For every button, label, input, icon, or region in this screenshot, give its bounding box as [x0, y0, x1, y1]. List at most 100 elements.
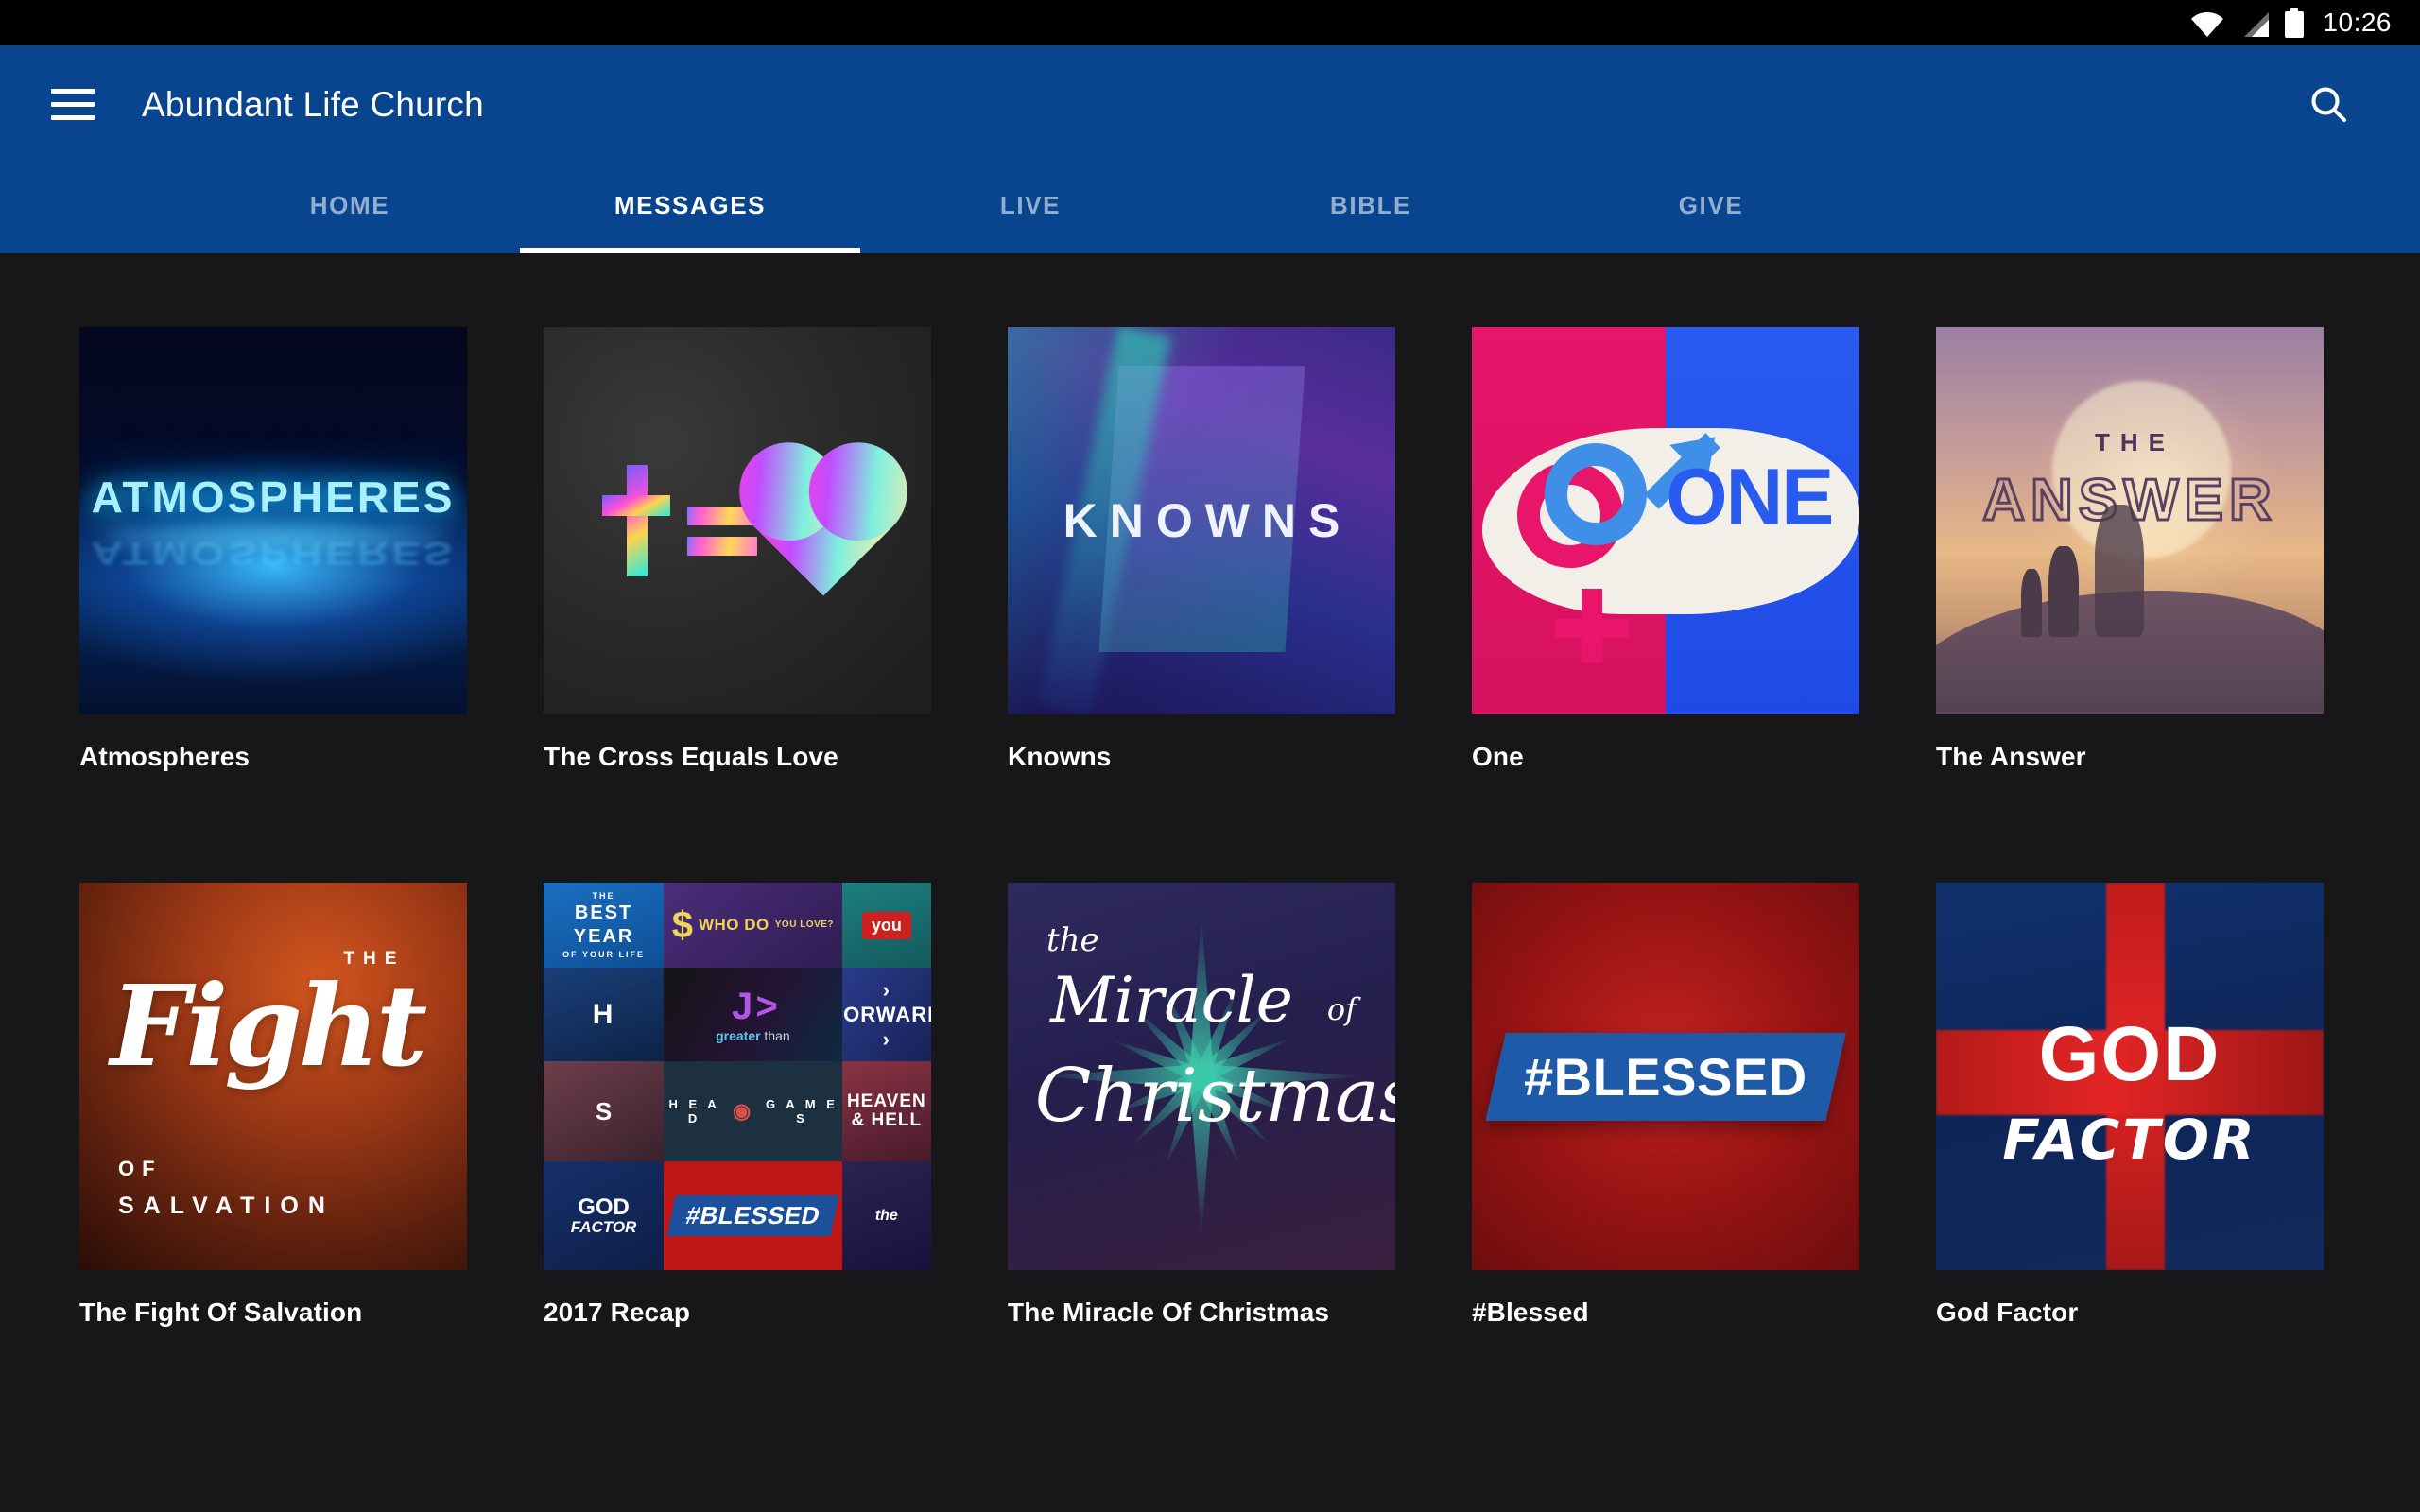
app-bar: Abundant Life Church HOME MESSAGES LIVE …	[0, 45, 2420, 253]
grid-row-gap	[79, 773, 2324, 883]
answer-art-figure	[2095, 505, 2145, 637]
wifi-icon	[2190, 11, 2224, 38]
godfactor-art-god: GOD	[2038, 1011, 2221, 1098]
tab-messages[interactable]: MESSAGES	[520, 163, 860, 253]
message-card-atmospheres[interactable]: ATMOSPHERES ATMOSPHERES Atmospheres	[79, 327, 467, 773]
message-card-2017-recap[interactable]: THE BEST YEAR OF YOUR LIFE $ WHO DO YOU …	[544, 883, 931, 1329]
message-card-god-factor[interactable]: GOD FACTOR God Factor	[1936, 883, 2324, 1329]
message-title: #Blessed	[1472, 1297, 1589, 1328]
recap-tile-head-games: H E A D ◉ G A M E S	[664, 1060, 842, 1162]
message-card-the-fight-of-salvation[interactable]: THE Fight OF SALVATION The Fight Of Salv…	[79, 883, 467, 1329]
cellular-signal-icon	[2239, 11, 2270, 38]
fight-art-salvation: SALVATION	[118, 1192, 335, 1219]
message-title: Knowns	[1008, 742, 1112, 771]
message-card-knowns[interactable]: KNOWNS Knowns	[1008, 327, 1395, 773]
recap-tile-greater-than: J > greater than	[664, 968, 842, 1061]
app-title: Abundant Life Church	[142, 84, 484, 124]
one-art-symbols	[1511, 412, 1720, 662]
message-card-the-miracle-of-christmas[interactable]: the Miracle of Christmas The Miracle Of …	[1008, 883, 1395, 1329]
answer-art-line1: THE	[2095, 427, 2175, 456]
recap-tile-line: than	[760, 1028, 790, 1044]
miracle-art-the: the	[1046, 921, 1099, 960]
recap-tile-line: WHO DO	[698, 916, 769, 935]
blessed-art-word: #BLESSED	[1524, 1046, 1807, 1107]
message-title: The Answer	[1936, 742, 2086, 771]
app-bar-top-row: Abundant Life Church	[0, 45, 2420, 163]
blessed-art-banner: #BLESSED	[1485, 1032, 1846, 1121]
recap-tile-line: $	[671, 903, 693, 946]
cross-icon	[602, 465, 670, 576]
recap-tile-s-series: S	[544, 1060, 665, 1162]
recap-tile-miracle: the	[841, 1161, 931, 1271]
message-title: The Fight Of Salvation	[79, 1297, 363, 1328]
tab-give[interactable]: GIVE	[1541, 163, 1881, 253]
messages-content: ATMOSPHERES ATMOSPHERES Atmospheres The …	[0, 253, 2420, 1512]
message-artwork-the-cross-equals-love	[544, 327, 931, 714]
godfactor-art-factor: FACTOR	[2002, 1107, 2257, 1172]
message-title: God Factor	[1936, 1297, 2079, 1328]
mars-symbol-icon	[1545, 433, 1720, 546]
message-title: One	[1472, 742, 1524, 771]
message-artwork-the-answer: THE ANSWER	[1936, 327, 2324, 714]
tab-bar-lead-spacer	[0, 163, 180, 253]
recap-tile-line: YEAR	[573, 926, 634, 948]
one-art-word: ONE	[1666, 452, 1834, 541]
message-artwork-god-factor: GOD FACTOR	[1936, 883, 2324, 1271]
message-title: 2017 Recap	[544, 1297, 691, 1328]
recap-tile-line: BEST	[574, 902, 633, 924]
answer-art-figure	[2021, 569, 2043, 637]
tab-bible[interactable]: BIBLE	[1201, 163, 1541, 253]
tab-messages-label: MESSAGES	[614, 191, 767, 219]
tab-give-label: GIVE	[1678, 191, 1744, 219]
message-artwork-the-fight-of-salvation: THE Fight OF SALVATION	[79, 883, 467, 1271]
answer-art-figure	[2048, 546, 2079, 637]
message-artwork-the-miracle-of-christmas: the Miracle of Christmas	[1008, 883, 1395, 1271]
recap-tile-line: THE	[592, 891, 615, 902]
recap-tile-line: YOU LOVE?	[774, 919, 835, 930]
message-artwork-blessed: #BLESSED	[1472, 883, 1859, 1271]
recap-tile-god-factor: GOD FACTOR	[544, 1161, 665, 1271]
recap-tile-line: J >	[732, 986, 778, 1028]
tab-bible-label: BIBLE	[1330, 191, 1411, 219]
tab-live[interactable]: LIVE	[860, 163, 1201, 253]
recap-tile-line: GOD	[578, 1194, 630, 1221]
message-card-the-cross-equals-love[interactable]: The Cross Equals Love	[544, 327, 931, 773]
recap-tile-line: the	[874, 1207, 898, 1224]
recap-tile-line: & HELL	[851, 1110, 923, 1131]
recap-tile-forward: › FORWARD ›	[841, 968, 931, 1061]
message-artwork-2017-recap: THE BEST YEAR OF YOUR LIFE $ WHO DO YOU …	[544, 883, 931, 1271]
recap-tile-heaven-and-hell: HEAVEN & HELL	[841, 1060, 931, 1162]
battery-icon	[2285, 8, 2305, 38]
message-card-blessed[interactable]: #BLESSED #Blessed	[1472, 883, 1859, 1329]
tab-home[interactable]: HOME	[180, 163, 520, 253]
fight-art-of: OF	[118, 1156, 163, 1180]
miracle-art-miracle: Miracle	[1050, 964, 1293, 1038]
recap-tile-best-year: THE BEST YEAR OF YOUR LIFE	[544, 883, 665, 969]
search-icon[interactable]	[2293, 69, 2365, 141]
message-artwork-knowns: KNOWNS	[1008, 327, 1395, 714]
atmospheres-art-word: ATMOSPHERES	[91, 472, 456, 523]
tab-live-label: LIVE	[999, 191, 1062, 219]
message-title: The Cross Equals Love	[544, 742, 838, 771]
message-card-one[interactable]: ONE One	[1472, 327, 1859, 773]
message-artwork-one: ONE	[1472, 327, 1859, 714]
tab-bar: HOME MESSAGES LIVE BIBLE GIVE	[0, 163, 2420, 253]
status-bar-clock: 10:26	[2323, 8, 2392, 37]
messages-grid: ATMOSPHERES ATMOSPHERES Atmospheres The …	[0, 253, 2420, 1329]
recap-tile-line: FACTOR	[570, 1218, 637, 1237]
brain-icon: ◉	[733, 1099, 755, 1124]
recap-tile-line: OF YOUR LIFE	[562, 950, 645, 960]
recap-tile-line: you	[861, 911, 911, 939]
tab-home-label: HOME	[309, 191, 390, 219]
recap-tile-h-series: H	[544, 968, 665, 1061]
recap-tile-blessed: #BLESSED	[664, 1161, 842, 1271]
recap-tile-line: H	[592, 998, 615, 1030]
recap-tile-line: › FORWARD ›	[842, 977, 931, 1051]
message-title: The Miracle Of Christmas	[1008, 1297, 1330, 1328]
recap-tile-who-do-you-love: $ WHO DO YOU LOVE?	[664, 883, 842, 969]
knowns-art-word: KNOWNS	[1063, 494, 1353, 547]
fight-art-fight: Fight	[110, 960, 427, 1092]
recap-tile-line: H E A D	[668, 1097, 720, 1126]
hamburger-menu-icon[interactable]	[40, 72, 106, 138]
message-card-the-answer[interactable]: THE ANSWER The Answer	[1936, 327, 2324, 773]
